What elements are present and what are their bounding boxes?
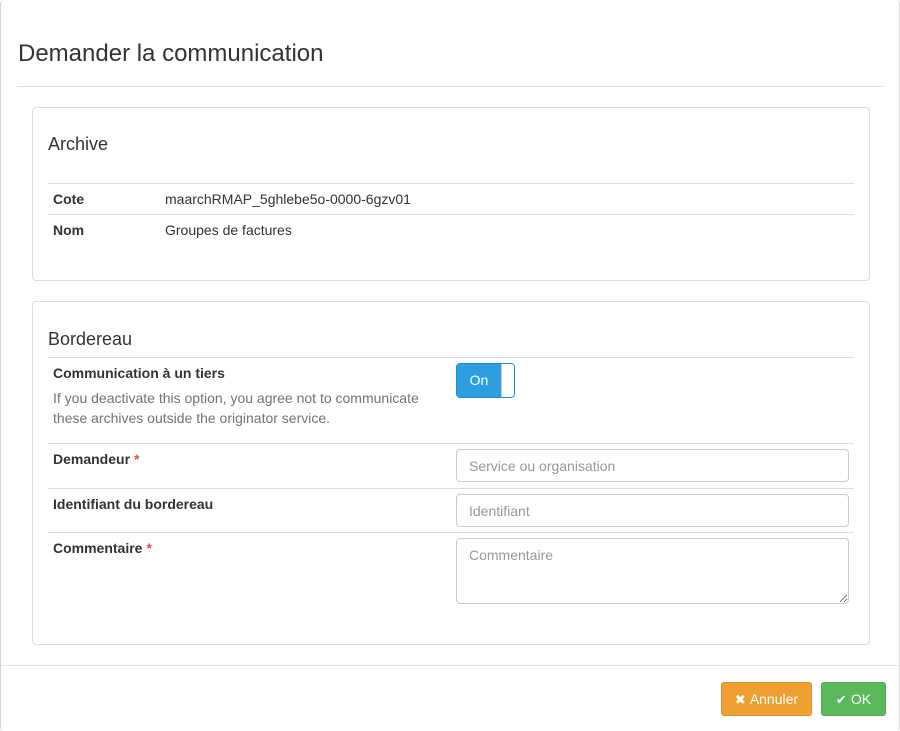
cancel-button[interactable]: ✖ Annuler — [721, 682, 812, 716]
communication-toggle[interactable]: On — [456, 363, 515, 398]
cote-label: Cote — [53, 191, 85, 207]
modal-footer: ✖ Annuler ✔ OK — [1, 665, 899, 731]
communication-label: Communication à un tiers — [53, 365, 225, 381]
toggle-handle[interactable] — [501, 364, 514, 397]
ok-button-label: OK — [850, 691, 872, 707]
communication-help-text: If you deactivate this option, you agree… — [53, 390, 419, 426]
identifiant-label: Identifiant du bordereau — [53, 496, 214, 512]
modal-header: Demander la communication — [17, 0, 883, 87]
archive-row-cote: Cote maarchRMAP_5ghlebe5o-0000-6gzv01 — [48, 183, 854, 214]
commentaire-label: Commentaire * — [53, 540, 152, 557]
commentaire-textarea[interactable] — [456, 538, 849, 604]
demandeur-label-text: Demandeur — [53, 451, 131, 467]
communication-request-modal: Demander la communication Archive Cote m… — [0, 0, 900, 731]
nom-label: Nom — [53, 222, 85, 238]
identifiant-input[interactable] — [456, 494, 849, 527]
cote-value: maarchRMAP_5ghlebe5o-0000-6gzv01 — [165, 191, 411, 207]
identifiant-row: Identifiant du bordereau — [48, 488, 854, 532]
demandeur-row: Demandeur * — [48, 443, 854, 488]
required-asterisk: * — [146, 540, 152, 556]
archive-panel: Archive Cote maarchRMAP_5ghlebe5o-0000-6… — [32, 107, 870, 281]
required-asterisk: * — [134, 451, 140, 467]
bordereau-panel: Bordereau Communication à un tiers If yo… — [32, 301, 870, 645]
commentaire-label-text: Commentaire — [53, 540, 143, 556]
archive-panel-title: Archive — [48, 134, 109, 154]
demandeur-input[interactable] — [456, 449, 849, 482]
archive-row-nom: Nom Groupes de factures — [48, 214, 854, 245]
toggle-on-label: On — [457, 364, 501, 397]
nom-value: Groupes de factures — [165, 222, 292, 238]
demandeur-label: Demandeur * — [53, 451, 139, 468]
cancel-button-label: Annuler — [749, 691, 799, 707]
times-icon: ✖ — [734, 692, 746, 707]
commentaire-row: Commentaire * — [48, 532, 854, 612]
ok-button[interactable]: ✔ OK — [821, 682, 886, 716]
check-icon: ✔ — [835, 692, 847, 707]
modal-title: Demander la communication — [18, 40, 324, 67]
bordereau-panel-title: Bordereau — [48, 329, 133, 349]
communication-row: Communication à un tiers If you deactiva… — [48, 357, 854, 443]
